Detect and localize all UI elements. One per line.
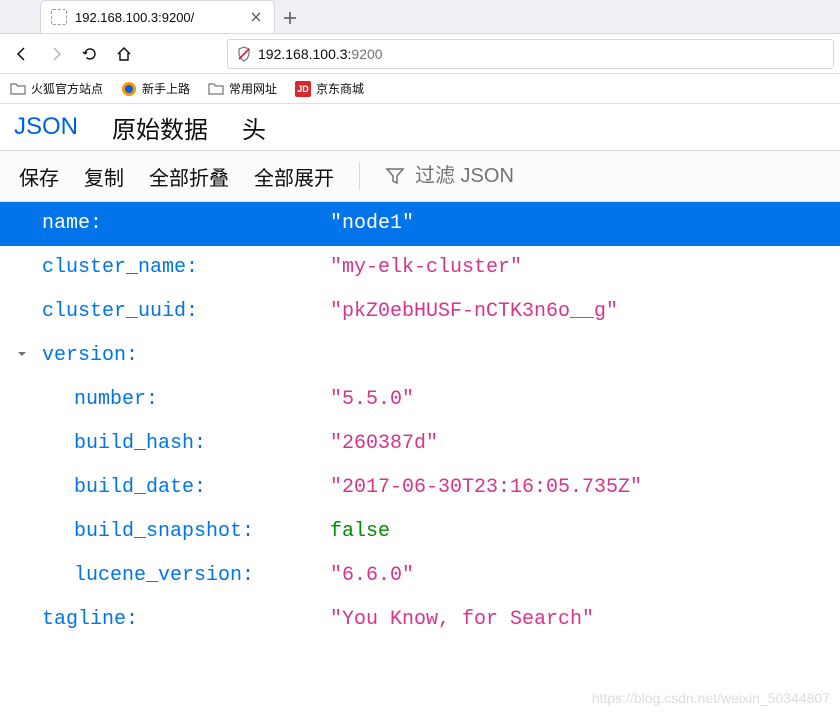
bookmark-label: 新手上路 [142, 80, 190, 97]
json-key: cluster_name: [42, 255, 330, 281]
expand-all-button[interactable]: 全部展开 [254, 162, 334, 191]
json-key: version: [42, 343, 330, 369]
folder-icon [208, 81, 224, 97]
viewer-tabs: JSON 原始数据 头 [0, 104, 840, 151]
filter-icon [385, 166, 405, 186]
watermark: https://blog.csdn.net/weixin_50344807 [592, 690, 830, 706]
json-toolbar: 保存 复制 全部折叠 全部展开 [0, 151, 840, 202]
tab-title: 192.168.100.3:9200/ [75, 10, 240, 25]
tab-strip: 192.168.100.3:9200/ [0, 0, 840, 34]
json-value: "5.5.0" [330, 387, 414, 413]
json-row[interactable]: name:"node1" [0, 202, 840, 246]
jd-icon: JD [295, 81, 311, 97]
bookmark-item[interactable]: 火狐官方站点 [10, 80, 103, 97]
json-value: "2017-06-30T23:16:05.735Z" [330, 475, 642, 501]
folder-icon [10, 81, 26, 97]
close-tab-icon[interactable] [248, 9, 264, 25]
json-key: lucene_version: [74, 563, 330, 589]
collapse-all-button[interactable]: 全部折叠 [149, 162, 229, 191]
json-row[interactable]: build_snapshot:false [0, 510, 840, 554]
url-bar[interactable]: 192.168.100.3:9200 [227, 39, 834, 69]
url-text: 192.168.100.3:9200 [258, 46, 383, 62]
filter-box [385, 165, 615, 188]
bookmark-item[interactable]: JD 京东商城 [295, 80, 364, 97]
json-row[interactable]: number:"5.5.0" [0, 378, 840, 422]
json-value: "my-elk-cluster" [330, 255, 522, 281]
json-row[interactable]: tagline:"You Know, for Search" [0, 598, 840, 642]
json-row[interactable]: build_hash:"260387d" [0, 422, 840, 466]
home-button[interactable] [108, 38, 140, 70]
tab-raw[interactable]: 原始数据 [112, 110, 208, 145]
chevron-down-icon[interactable] [16, 343, 28, 369]
json-row[interactable]: version: [0, 334, 840, 378]
json-key: build_snapshot: [74, 519, 330, 545]
json-key: tagline: [42, 607, 330, 633]
json-value: "You Know, for Search" [330, 607, 594, 633]
back-button[interactable] [6, 38, 38, 70]
json-value: false [330, 519, 390, 545]
tab-favicon [51, 9, 67, 25]
json-key: name: [42, 211, 330, 237]
forward-button[interactable] [40, 38, 72, 70]
json-key: number: [74, 387, 330, 413]
bookmark-label: 火狐官方站点 [31, 80, 103, 97]
json-value: "node1" [330, 211, 414, 237]
json-content: name:"node1"cluster_name:"my-elk-cluster… [0, 202, 840, 642]
bookmark-label: 京东商城 [316, 80, 364, 97]
browser-tab[interactable]: 192.168.100.3:9200/ [40, 0, 275, 33]
toolbar-divider [359, 163, 360, 189]
json-row[interactable]: cluster_uuid:"pkZ0ebHUSF-nCTK3n6o__g" [0, 290, 840, 334]
firefox-icon [121, 81, 137, 97]
json-value: "pkZ0ebHUSF-nCTK3n6o__g" [330, 299, 618, 325]
tab-json[interactable]: JSON [14, 113, 78, 141]
reload-button[interactable] [74, 38, 106, 70]
bookmark-item[interactable]: 常用网址 [208, 80, 277, 97]
bookmark-item[interactable]: 新手上路 [121, 80, 190, 97]
json-value: "6.6.0" [330, 563, 414, 589]
json-row[interactable]: build_date:"2017-06-30T23:16:05.735Z" [0, 466, 840, 510]
nav-bar: 192.168.100.3:9200 [0, 34, 840, 74]
bookmark-label: 常用网址 [229, 80, 277, 97]
shield-icon [236, 46, 252, 62]
json-row[interactable]: lucene_version:"6.6.0" [0, 554, 840, 598]
json-key: build_date: [74, 475, 330, 501]
new-tab-button[interactable] [275, 3, 305, 33]
json-row[interactable]: cluster_name:"my-elk-cluster" [0, 246, 840, 290]
bookmarks-bar: 火狐官方站点 新手上路 常用网址 JD 京东商城 [0, 74, 840, 104]
json-value: "260387d" [330, 431, 438, 457]
save-button[interactable]: 保存 [19, 162, 59, 191]
tab-headers[interactable]: 头 [242, 110, 266, 145]
json-key: build_hash: [74, 431, 330, 457]
copy-button[interactable]: 复制 [84, 162, 124, 191]
filter-input[interactable] [415, 165, 615, 188]
json-key: cluster_uuid: [42, 299, 330, 325]
